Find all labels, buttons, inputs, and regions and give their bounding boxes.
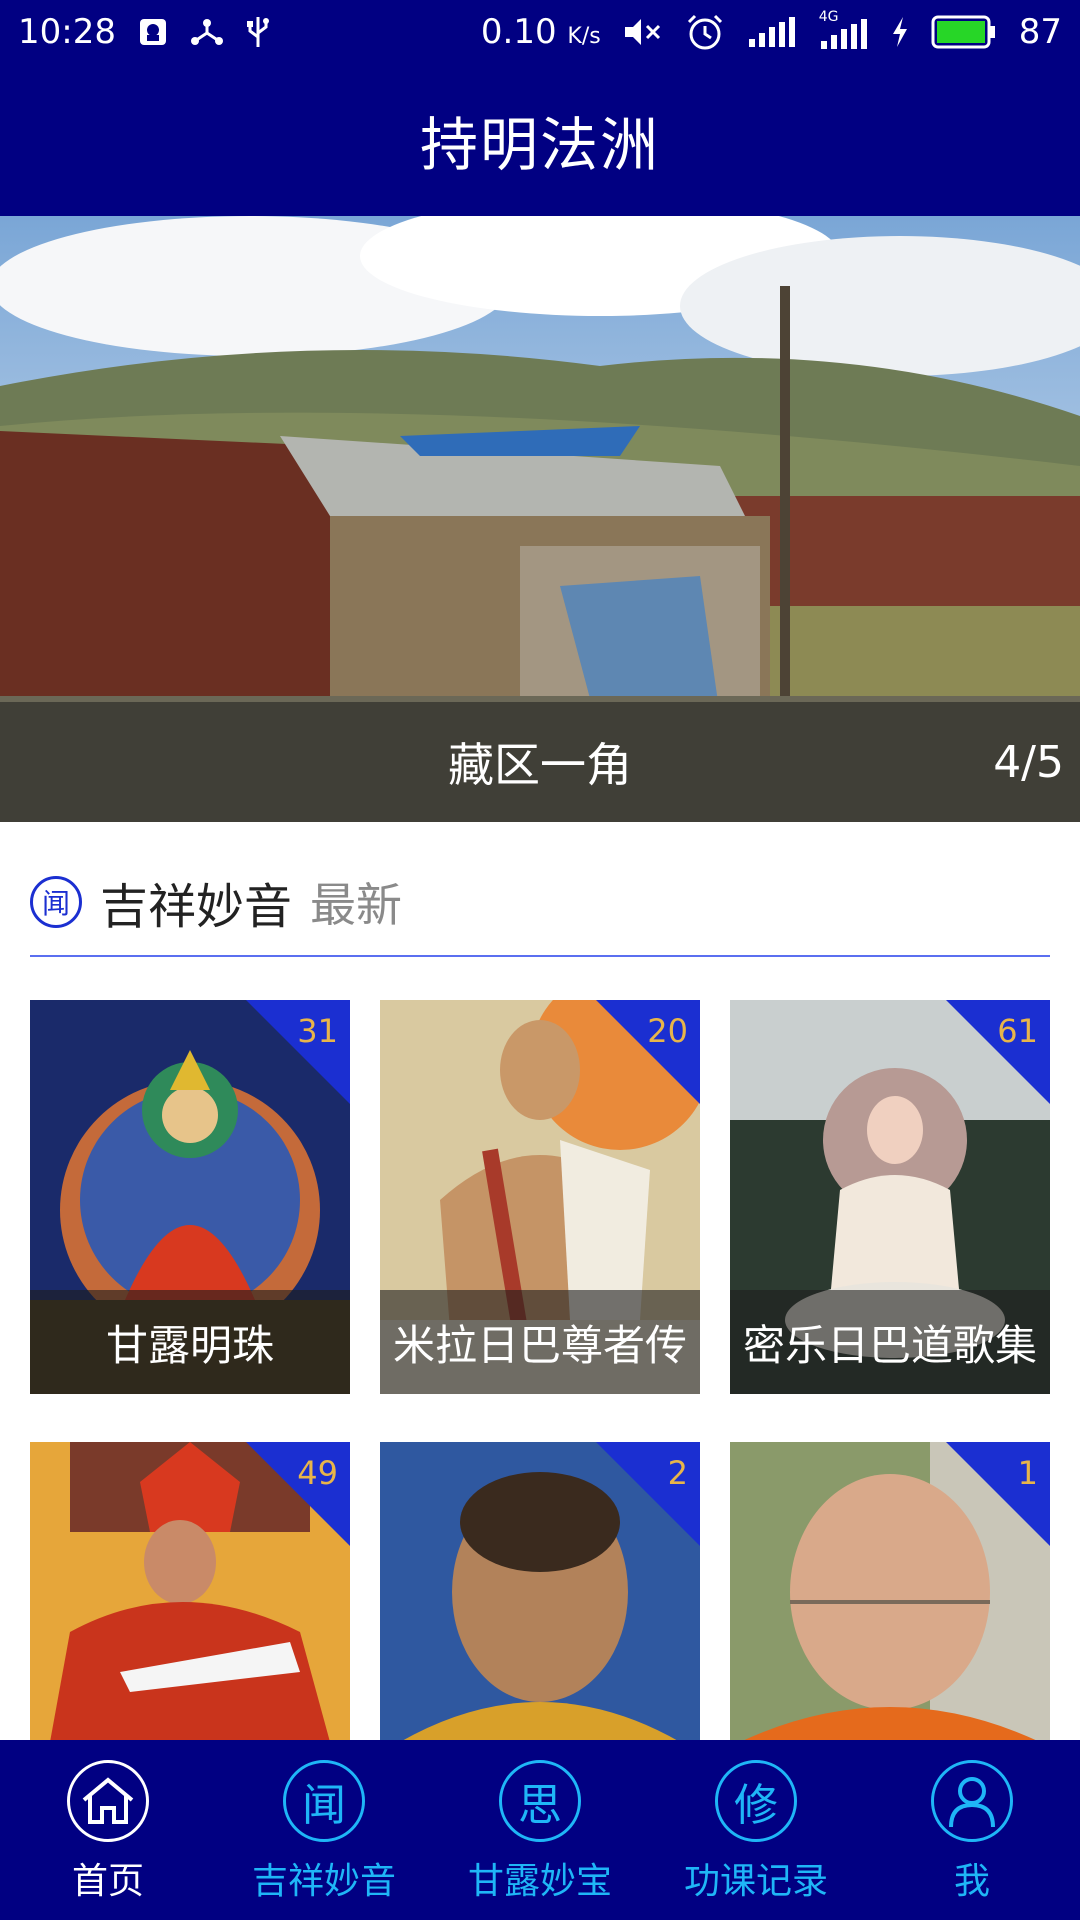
album-title: 密乐日巴道歌集: [730, 1290, 1050, 1394]
share-icon: [190, 17, 224, 47]
contemplate-icon: 思: [499, 1760, 581, 1842]
banner-caption: 藏区一角: [448, 738, 632, 792]
album-card[interactable]: 61 密乐日巴道歌集: [730, 1000, 1050, 1394]
section-title[interactable]: 吉祥妙音: [100, 867, 292, 937]
page-title: 持明法洲: [419, 111, 660, 179]
tab-label: 吉祥妙音: [251, 1861, 396, 1902]
home-icon: [67, 1760, 149, 1842]
signal-icon: [747, 17, 797, 47]
charging-icon: [891, 17, 909, 47]
battery-icon: [931, 15, 997, 49]
alarm-icon: [685, 12, 725, 52]
bottom-tab-bar: 首页 闻 吉祥妙音 思 甘露妙宝 修 功课记录 我: [0, 1740, 1080, 1920]
episode-count: 49: [297, 1454, 338, 1492]
album-title: 甘露明珠: [30, 1290, 350, 1394]
tab-label: 功课记录: [683, 1861, 828, 1902]
episode-count: 61: [997, 1012, 1038, 1050]
section-header: 闻 吉祥妙音 最新: [30, 852, 1050, 952]
tab-label: 我: [953, 1861, 990, 1902]
episode-count: 31: [297, 1012, 338, 1050]
section-subtitle[interactable]: 最新: [310, 869, 402, 935]
battery-level: 87: [1018, 12, 1062, 52]
practice-icon: 修: [715, 1760, 797, 1842]
banner-carousel[interactable]: 藏区一角 4/5: [0, 216, 1080, 822]
signal-4g-icon: 4G: [819, 9, 869, 49]
status-time: 10:28: [18, 12, 116, 52]
tab-listen[interactable]: 闻 吉祥妙音: [216, 1740, 432, 1920]
tab-me[interactable]: 我: [864, 1740, 1080, 1920]
usb-icon: [246, 15, 270, 49]
episode-count: 1: [1017, 1454, 1038, 1492]
app-header: 持明法洲: [0, 64, 1080, 216]
tab-contemplate[interactable]: 思 甘露妙宝: [432, 1740, 648, 1920]
banner-caption-bar: 藏区一角 4/5: [0, 702, 1080, 822]
episode-count: 2: [667, 1454, 688, 1492]
episode-count: 20: [647, 1012, 688, 1050]
tab-home[interactable]: 首页: [0, 1740, 216, 1920]
network-speed: 0.10 K/s: [480, 12, 601, 52]
qq-icon: [138, 17, 168, 47]
listen-icon: 闻: [283, 1760, 365, 1842]
album-title: 米拉日巴尊者传: [380, 1290, 700, 1394]
tab-practice[interactable]: 修 功课记录: [648, 1740, 864, 1920]
album-card[interactable]: 20 米拉日巴尊者传: [380, 1000, 700, 1394]
tab-label: 甘露妙宝: [467, 1861, 612, 1902]
section-divider: [30, 955, 1050, 957]
mute-icon: [623, 16, 663, 48]
tab-label: 首页: [71, 1861, 144, 1902]
user-icon: [931, 1760, 1013, 1842]
album-card[interactable]: 31 甘露明珠: [30, 1000, 350, 1394]
status-bar: 10:28 0.10 K/s 4G 87: [0, 0, 1080, 64]
listen-icon: 闻: [30, 876, 82, 928]
banner-page-indicator: 4/5: [993, 736, 1064, 788]
